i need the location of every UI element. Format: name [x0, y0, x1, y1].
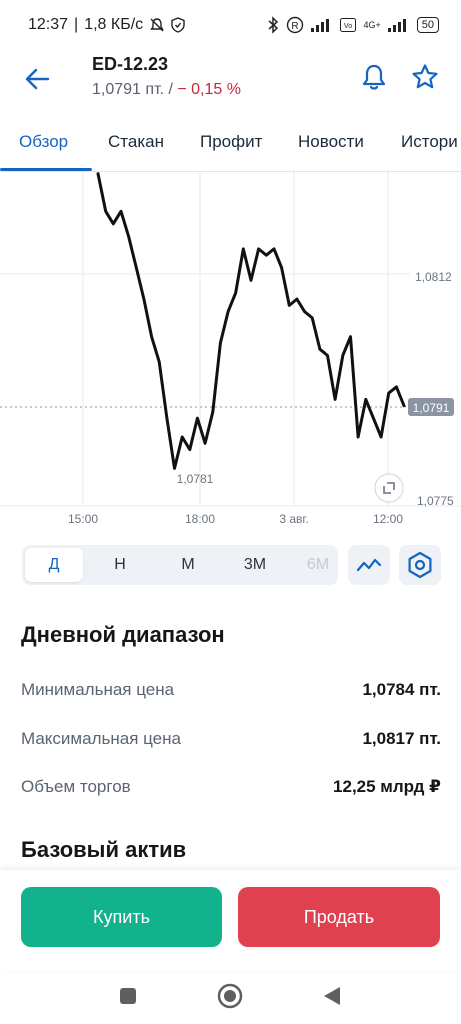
buy-button[interactable]: Купить [21, 887, 222, 947]
system-nav-bar [0, 970, 461, 1024]
period-day[interactable]: Д [25, 548, 83, 582]
bluetooth-icon [267, 16, 279, 34]
volume-value: 12,25 млрд ₽ [333, 777, 441, 796]
price-chart[interactable]: 1,0812 1,0775 1,0791 1,0781 15:00 18:00 … [0, 172, 461, 532]
registered-icon: R [286, 16, 304, 34]
daily-range-title: Дневной диапазон [21, 622, 225, 647]
status-time: 12:37 [28, 16, 69, 33]
volte-icon: Vo [340, 18, 357, 32]
chart-grid [0, 172, 461, 507]
current-price-marker-label: 1,0791 [413, 401, 450, 415]
signal-icon [311, 18, 333, 32]
mute-icon [149, 17, 165, 33]
shield-icon [171, 17, 185, 33]
instrument-title: ED-12.23 1,0791 пт. / − 0,15 % [92, 54, 241, 99]
svg-text:Vo: Vo [344, 23, 352, 30]
period-month[interactable]: М [160, 545, 216, 585]
svg-text:R: R [292, 21, 299, 32]
x-tick-label-2: 18:00 [185, 512, 215, 526]
min-price-row: Минимальная цена 1,0784 пт. [21, 680, 441, 706]
battery-icon: 50 [416, 17, 439, 33]
home-icon[interactable] [216, 982, 244, 1010]
x-tick-label-4: 12:00 [373, 512, 403, 526]
tab-history[interactable]: Истори [401, 132, 458, 152]
price-line: 1,0791 пт. / − 0,15 % [92, 81, 241, 99]
tab-profit[interactable]: Профит [200, 132, 262, 152]
y-tick-label-top: 1,0812 [415, 270, 452, 284]
period-3-months[interactable]: 3М [227, 545, 283, 585]
volume-label: Объем торгов [21, 777, 131, 796]
sell-button[interactable]: Продать [238, 887, 440, 947]
tab-orderbook[interactable]: Стакан [108, 132, 164, 152]
max-price-label: Максимальная цена [21, 729, 181, 748]
tab-news[interactable]: Новости [298, 132, 364, 152]
min-price-value: 1,0784 пт. [362, 680, 441, 699]
star-icon[interactable] [408, 61, 442, 93]
indicators-button[interactable] [399, 545, 441, 585]
bell-icon[interactable] [358, 61, 390, 93]
min-price-annotation: 1,0781 [177, 472, 214, 486]
trade-action-bar: Купить Продать [0, 870, 461, 970]
x-tick-label-3: 3 авг. [279, 512, 308, 526]
line-chart-icon [356, 558, 382, 572]
price-chart-svg: 1,0812 1,0775 1,0791 1,0781 15:00 18:00 … [0, 172, 461, 526]
period-6-months[interactable]: 6М [290, 545, 338, 585]
underlying-asset-title: Базовый актив [21, 837, 187, 862]
back-arrow-icon[interactable] [20, 62, 54, 96]
signal-2-icon [387, 18, 410, 32]
x-tick-label-1: 15:00 [68, 512, 98, 526]
y-tick-label-bottom: 1,0775 [417, 494, 454, 508]
ticker-label: ED-12.23 [92, 54, 169, 74]
status-separator: | [74, 16, 79, 33]
status-bar: 12:37 | 1,8 КБ/с R Vo 4G+ 50 [0, 0, 461, 50]
recents-icon[interactable] [114, 982, 142, 1010]
max-price-value: 1,0817 пт. [362, 729, 441, 748]
price-change: − 0,15 % [177, 81, 241, 98]
min-price-label: Минимальная цена [21, 680, 175, 699]
period-selector: Д Н М 3М 6М [22, 545, 338, 585]
back-nav-icon[interactable] [318, 982, 346, 1010]
price-series-line [96, 172, 406, 470]
chart-type-line-button[interactable] [348, 545, 390, 585]
active-tab-indicator [0, 168, 92, 171]
status-speed: 1,8 КБ/с [84, 16, 144, 33]
tab-overview[interactable]: Обзор [19, 132, 68, 152]
app-header: ED-12.23 1,0791 пт. / − 0,15 % [0, 50, 461, 120]
current-price: 1,0791 пт. / [92, 81, 178, 98]
volume-row: Объем торгов 12,25 млрд ₽ [21, 777, 441, 803]
period-week[interactable]: Н [92, 545, 148, 585]
hexagon-settings-icon [408, 551, 432, 579]
tab-bar: Обзор Стакан Профит Новости Истори [0, 120, 461, 172]
max-price-row: Максимальная цена 1,0817 пт. [21, 729, 441, 755]
network-type: 4G+ [363, 20, 381, 30]
expand-chart-icon[interactable] [374, 473, 404, 503]
